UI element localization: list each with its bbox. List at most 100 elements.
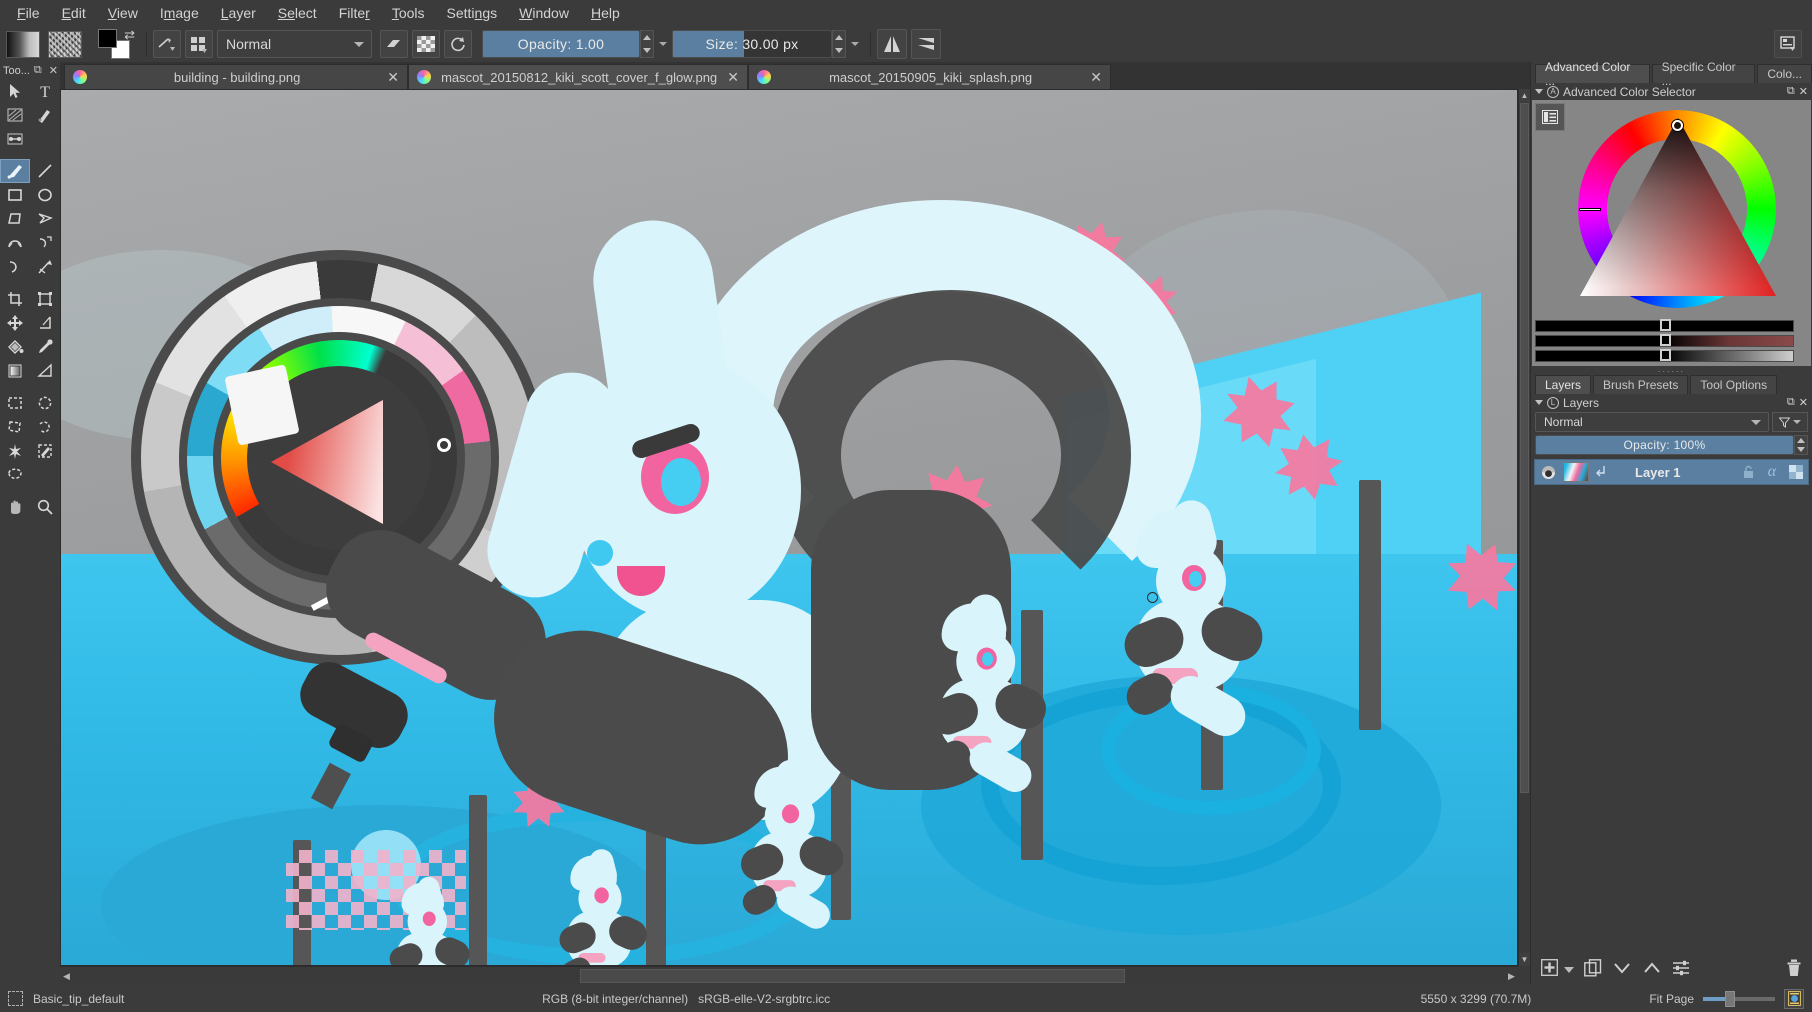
lock-icon[interactable] <box>1736 460 1760 484</box>
text-tool[interactable]: T <box>30 79 60 103</box>
multibrush-tool[interactable] <box>30 255 60 279</box>
collapse-caret-icon[interactable] <box>1535 400 1543 405</box>
foreground-background-colors[interactable]: ⇄ <box>98 29 134 59</box>
mirror-vertical-icon[interactable] <box>911 29 941 59</box>
close-tab-icon[interactable]: ✕ <box>387 71 399 83</box>
blend-mode-dropdown[interactable]: Normal <box>217 30 372 58</box>
shade-bar-2-handle[interactable] <box>1660 334 1671 346</box>
ellipse-tool[interactable] <box>30 183 60 207</box>
float-dock-icon[interactable]: ⧉ <box>32 64 44 77</box>
bezier-curve-tool[interactable] <box>0 231 30 255</box>
layer-thumbnail[interactable] <box>1561 460 1591 484</box>
layer-name[interactable]: Layer 1 <box>1613 465 1736 480</box>
layer-blend-mode-dropdown[interactable]: Normal <box>1535 412 1769 432</box>
advanced-color-selector-widget[interactable] <box>1532 100 1811 366</box>
freehand-selection-tool[interactable] <box>30 415 60 439</box>
rectangle-tool[interactable] <box>0 183 30 207</box>
move-layer-up-button[interactable] <box>1642 961 1662 980</box>
dock-splitter-grip[interactable]: ...... <box>1531 366 1812 373</box>
tab-layers[interactable]: Layers <box>1535 375 1591 394</box>
scroll-up-arrow[interactable]: ▲ <box>1519 89 1530 102</box>
menu-settings[interactable]: Settings <box>436 1 509 25</box>
brush-preset-chooser-icon[interactable] <box>185 30 213 58</box>
color-picker-tool[interactable] <box>30 335 60 359</box>
eye-visible-icon[interactable] <box>1535 460 1561 484</box>
menu-window[interactable]: Window <box>508 1 580 25</box>
scroll-right-arrow[interactable]: ▶ <box>1505 967 1518 985</box>
close-dock-icon[interactable]: ✕ <box>1799 85 1808 98</box>
move-layer-down-button[interactable] <box>1612 961 1632 980</box>
fill-tool[interactable] <box>0 335 30 359</box>
opacity-slider[interactable]: Opacity: 1.00 <box>482 30 640 58</box>
opacity-options-arrow[interactable] <box>659 42 667 46</box>
close-tab-icon[interactable]: ✕ <box>727 71 739 83</box>
layer-opacity-spinner[interactable] <box>1794 435 1808 455</box>
tab-specific-color-selector[interactable]: Specific Color ... <box>1652 64 1756 83</box>
document-tab-kiki-splash[interactable]: mascot_20150905_kiki_splash.png ✕ <box>748 64 1111 89</box>
elliptical-selection-tool[interactable] <box>30 391 60 415</box>
collapse-caret-icon[interactable] <box>1535 89 1543 94</box>
document-tab-kiki-scott-cover[interactable]: mascot_20150812_kiki_scott_cover_f_glow.… <box>408 64 748 89</box>
alpha-channel-icon[interactable]: α <box>1760 460 1784 484</box>
table-row[interactable]: Layer 1 α <box>1534 459 1809 485</box>
opacity-spinner[interactable] <box>640 30 654 58</box>
preserve-alpha-icon[interactable] <box>412 30 440 58</box>
tab-color-history[interactable]: Colo... <box>1757 64 1812 83</box>
menu-filter[interactable]: Filter <box>328 1 381 25</box>
move-tool[interactable] <box>0 311 30 335</box>
horizontal-scroll-thumb[interactable] <box>580 969 1125 983</box>
calligraphy-tool[interactable] <box>30 103 60 127</box>
freehand-path-tool[interactable] <box>30 231 60 255</box>
edit-shapes-tool[interactable] <box>0 127 30 151</box>
polygon-tool[interactable] <box>0 207 30 231</box>
float-dock-icon[interactable]: ⧉ <box>1787 396 1795 409</box>
close-dock-icon[interactable]: ✕ <box>1799 396 1808 409</box>
zoom-tool[interactable] <box>30 495 60 519</box>
rectangular-selection-tool[interactable] <box>0 391 30 415</box>
similar-color-selection-tool[interactable] <box>30 439 60 463</box>
gradient-tool[interactable] <box>0 359 30 383</box>
scroll-left-arrow[interactable]: ◀ <box>60 967 73 985</box>
scroll-down-arrow[interactable]: ▼ <box>1519 953 1530 966</box>
color-selector-settings-icon[interactable] <box>1535 103 1565 131</box>
size-slider[interactable]: Size: 30.00 px <box>672 30 832 58</box>
document-overview-icon[interactable] <box>1784 989 1804 1009</box>
layer-filter-button[interactable] <box>1772 412 1808 432</box>
close-tab-icon[interactable]: ✕ <box>1090 71 1102 83</box>
swap-colors-icon[interactable]: ⇄ <box>124 27 135 43</box>
vertical-scroll-thumb[interactable] <box>1520 103 1529 793</box>
menu-edit[interactable]: Edit <box>51 1 97 25</box>
gradient-edit-tool[interactable] <box>0 103 30 127</box>
freehand-brush-tool[interactable] <box>0 159 30 183</box>
menu-image[interactable]: Image <box>149 1 210 25</box>
tab-brush-presets[interactable]: Brush Presets <box>1593 375 1688 394</box>
menu-layer[interactable]: Layer <box>210 1 267 25</box>
layer-properties-button[interactable] <box>1672 959 1690 982</box>
close-dock-icon[interactable]: ✕ <box>47 64 60 77</box>
polyline-tool[interactable] <box>30 207 60 231</box>
toolbar-overflow-icon[interactable] <box>1774 30 1802 58</box>
menu-tools[interactable]: Tools <box>381 1 436 25</box>
add-layer-button[interactable] <box>1541 959 1558 981</box>
foreground-color-swatch[interactable] <box>98 29 117 48</box>
selection-marching-ants-icon[interactable] <box>8 991 23 1006</box>
gradient-swatch-icon[interactable] <box>6 31 40 58</box>
menu-file[interactable]: File <box>6 1 51 25</box>
perspective-grid-tool[interactable] <box>30 359 60 383</box>
polygonal-selection-tool[interactable] <box>0 415 30 439</box>
dynamic-brush-tool[interactable] <box>0 255 30 279</box>
duplicate-layer-button[interactable] <box>1584 959 1602 982</box>
reload-preset-icon[interactable] <box>444 30 472 58</box>
layer-list[interactable]: Layer 1 α <box>1531 457 1812 955</box>
brush-editor-icon[interactable] <box>153 30 181 58</box>
pattern-swatch-icon[interactable] <box>48 31 82 58</box>
image-canvas[interactable] <box>60 89 1518 966</box>
transparency-checkerboard-icon[interactable] <box>1784 460 1808 484</box>
contiguous-selection-tool[interactable] <box>0 439 30 463</box>
line-tool[interactable] <box>30 159 60 183</box>
canvas-horizontal-scrollbar[interactable]: ◀ ▶ <box>60 966 1518 985</box>
crop-tool[interactable] <box>0 287 30 311</box>
measure-tool[interactable] <box>30 311 60 335</box>
inherit-alpha-icon[interactable] <box>1591 460 1613 484</box>
zoom-slider-handle[interactable] <box>1725 991 1735 1007</box>
